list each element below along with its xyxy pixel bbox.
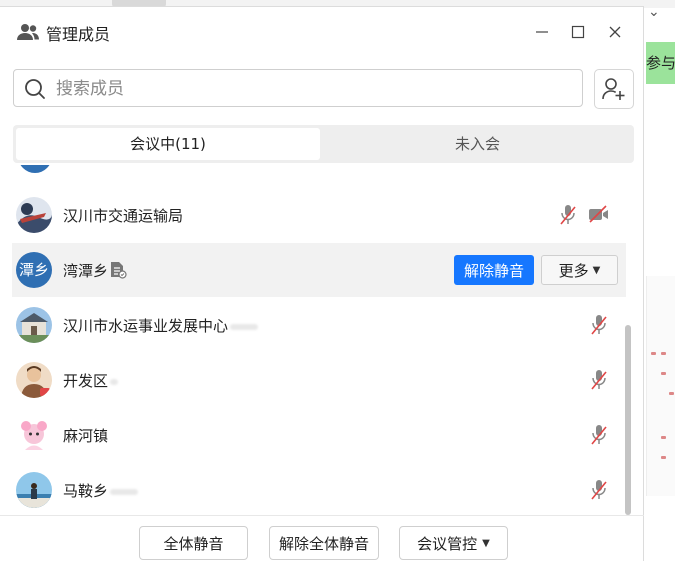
member-name: 开发区 — [63, 370, 119, 391]
list-item[interactable]: 开发区 — [12, 353, 626, 407]
camera-off-icon[interactable] — [588, 204, 610, 228]
tab-in-meeting[interactable]: 会议中(11) — [16, 128, 320, 160]
meeting-control-button[interactable]: 会议管控 ▼ — [399, 526, 508, 560]
maximize-button[interactable] — [563, 18, 593, 46]
avatar — [16, 197, 52, 233]
member-list-scrollbar[interactable] — [625, 325, 631, 515]
unmute-button[interactable]: 解除静音 — [454, 255, 534, 285]
minimize-button[interactable] — [527, 18, 557, 46]
search-icon — [24, 78, 46, 104]
background-panel — [646, 276, 675, 496]
mic-muted-icon[interactable] — [590, 479, 608, 505]
more-button[interactable]: 更多 ▼ — [541, 255, 618, 285]
tab-not-joined[interactable]: 未入会 — [324, 128, 631, 160]
more-label: 更多 — [558, 261, 589, 280]
member-tabs: 会议中(11) 未入会 — [13, 125, 634, 163]
members-icon — [16, 22, 40, 46]
avatar — [16, 362, 52, 398]
avatar — [16, 417, 52, 453]
mute-all-button[interactable]: 全体静音 — [139, 526, 248, 560]
list-item[interactable]: 马鞍乡 — [12, 463, 626, 517]
meeting-control-label: 会议管控 — [417, 534, 478, 553]
title-bar: 管理成员 — [0, 7, 644, 57]
list-item[interactable]: 麻河镇 — [12, 408, 626, 462]
caret-down-icon: ▼ — [592, 264, 601, 276]
chevron-down-icon: ⌄ — [648, 4, 660, 20]
list-item[interactable]: 汉川市水运事业发展中心 — [12, 298, 626, 352]
doc-icon — [109, 261, 127, 283]
close-button[interactable] — [600, 18, 630, 46]
add-member-button[interactable] — [594, 69, 634, 109]
caret-down-icon: ▼ — [482, 537, 490, 549]
mic-muted-icon[interactable] — [590, 314, 608, 340]
unmute-all-button[interactable]: 解除全体静音 — [269, 526, 379, 560]
dialog-title: 管理成员 — [46, 25, 111, 44]
avatar: 潭乡 — [16, 252, 52, 288]
avatar — [18, 165, 52, 173]
list-item[interactable]: 汉川市交通运输局 — [12, 188, 626, 242]
mic-muted-icon[interactable] — [590, 369, 608, 395]
add-user-icon — [602, 78, 625, 100]
member-name: 湾潭乡 — [63, 262, 109, 280]
list-item[interactable]: 潭乡 湾潭乡 解除静音 更多 ▼ — [12, 243, 626, 297]
avatar — [16, 307, 52, 343]
search-input[interactable] — [54, 74, 578, 104]
member-name: 麻河镇 — [63, 427, 109, 445]
footer-toolbar: 全体静音 解除全体静音 会议管控 ▼ — [0, 515, 644, 563]
member-name: 汉川市交通运输局 — [63, 207, 184, 225]
member-list: 汉川市交通运输局 潭乡 湾潭乡 解除静音 更多 ▼ 汉川市水运事业发展中心 开发… — [0, 165, 632, 517]
mic-muted-icon[interactable] — [590, 424, 608, 450]
avatar — [16, 472, 52, 508]
member-name: 马鞍乡 — [63, 480, 139, 501]
member-name: 汉川市水运事业发展中心 — [63, 315, 259, 336]
background-join-label: 参与 — [646, 42, 675, 84]
search-box — [13, 69, 583, 107]
mic-muted-icon[interactable] — [559, 204, 577, 230]
manage-members-dialog: 管理成员 会议中(11) 未入会 — [0, 6, 644, 561]
